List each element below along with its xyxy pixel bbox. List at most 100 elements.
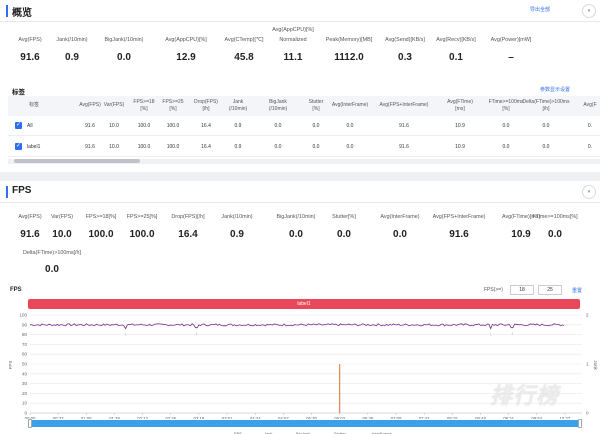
x-tick-label: 09:54 [531, 416, 542, 419]
metric-value: 0.0 [45, 264, 59, 275]
metric-label: Jank(/10min) [221, 214, 253, 220]
overview-section: 概览 导出全部 ▾ Avg(FPS) 91.6 Jank(/10min) 0.9 Big… [0, 0, 600, 172]
table-cell: 0. [587, 123, 593, 129]
y-tick-label: 20 [22, 391, 28, 396]
y-tick-label: 50 [22, 362, 28, 367]
table-cell: 0. [587, 144, 593, 150]
x-tick-label: 04:24 [250, 416, 261, 419]
param-settings-link[interactable]: 参数显示设置 [540, 86, 570, 93]
table-header-cell[interactable]: Avg(InterFrame) [324, 102, 376, 109]
y-tick-label: 100 [19, 313, 27, 318]
range-handle-left[interactable] [28, 419, 32, 428]
y-tick-label: 90 [22, 322, 28, 327]
x-tick-label: 05:30 [306, 416, 317, 419]
header-text: Avg(InterFrame) [331, 102, 369, 108]
metric-label: Peak(Memory)[MB] [325, 37, 373, 43]
metric-value: 0.0 [393, 229, 407, 240]
y-tick-label: 30 [22, 381, 28, 386]
dip-marker: ↓ [511, 331, 513, 336]
metric-label: Avg(InterFrame) [380, 214, 420, 220]
chevron-down-icon[interactable]: ▾ [582, 185, 596, 199]
row-tag-name: label1 [27, 144, 41, 150]
row-divider [8, 135, 600, 136]
header-text: Avg(FTime) [447, 99, 473, 105]
y-tick-label: 80 [22, 332, 28, 337]
table-cell: 0.9 [234, 123, 242, 129]
range-handle-right[interactable] [578, 419, 582, 428]
row-divider [8, 156, 600, 157]
y-tick-label: 60 [22, 352, 28, 357]
fps-threshold-input-2[interactable]: 25 [538, 285, 562, 295]
metric-label: Avg(Recv)[KB/s] [436, 37, 476, 43]
table-cell: 10.9 [455, 123, 465, 129]
x-tick-label: 02:45 [165, 416, 176, 419]
fps-threshold-label: FPS(>=) [484, 287, 503, 293]
table-cell: 91.6 [399, 144, 409, 150]
fps-header: FPS ▾ [0, 181, 600, 203]
table-header-cell[interactable]: Avg(F [564, 102, 600, 109]
table-header-cell[interactable]: Avg(FTime) [ms] [434, 99, 486, 113]
row-checkbox[interactable]: ✓ [15, 122, 22, 129]
reset-button[interactable]: 重置 [572, 287, 582, 294]
y2-axis-label: Jank [593, 360, 598, 370]
table-cell: 0.0 [274, 144, 282, 150]
table-cell: 0.0 [542, 144, 550, 150]
y-tick-label: 10 [22, 401, 28, 406]
table-cell: 91.6 [399, 123, 409, 129]
table-cell: 0.0 [274, 123, 282, 129]
y-tick-label: 40 [22, 371, 28, 376]
x-tick-label: 08:15 [447, 416, 458, 419]
table-cell: 0.9 [234, 144, 242, 150]
dip-marker: ↓ [195, 331, 197, 336]
time-range-slider[interactable] [30, 420, 582, 427]
table-cell: 0.0 [502, 123, 510, 129]
x-tick-label: 09:21 [503, 416, 514, 419]
table-scrollbar-thumb[interactable] [14, 159, 140, 163]
metric-value: 11.1 [283, 52, 303, 63]
header-text: Avg(FPS+InterFrame) [379, 102, 429, 108]
x-tick-label: 03:18 [194, 416, 205, 419]
table-header-cell[interactable]: 标签 [8, 102, 60, 109]
metric-label: Avg(Power)[mW] [490, 37, 532, 43]
fps-series-line [29, 323, 565, 330]
y2-tick-label: 0 [586, 411, 589, 416]
metric-value: 0.0 [548, 229, 562, 240]
metric-value: 1112.0 [334, 52, 364, 63]
x-tick-label: 01:06 [81, 416, 92, 419]
fps-threshold-input-1[interactable]: 18 [510, 285, 534, 295]
x-tick-label: 07:09 [391, 416, 402, 419]
table-header-cell[interactable]: Avg(FPS+InterFrame) [378, 102, 430, 109]
watermark-logo: 排行榜 [490, 383, 560, 408]
x-tick-label: 02:12 [137, 416, 148, 419]
metric-value: 0.1 [449, 52, 463, 63]
fps-title: FPS [12, 185, 32, 196]
metric-label: FTime>=100ms[%] [532, 214, 578, 220]
overview-title: 概览 [12, 8, 32, 19]
metric-label: BigJank(/10min) [104, 37, 144, 43]
dip-marker: ↓ [125, 332, 127, 337]
y-axis-label: FPS [8, 361, 13, 370]
table-cell: 0.0 [542, 123, 550, 129]
metric-value: 12.9 [176, 52, 196, 63]
y2-tick-label: 2 [586, 313, 589, 318]
row-checkbox[interactable]: ✓ [15, 143, 22, 150]
table-cell: 0.0 [502, 144, 510, 150]
label-range-bar[interactable]: label1 [28, 299, 580, 309]
header-text: [ms] [455, 106, 465, 112]
metric-value: 91.6 [449, 229, 469, 240]
dip-marker: ↓ [490, 332, 492, 337]
y2-tick-label: 1 [586, 362, 589, 367]
metric-label: Avg(AppCPU)[%] [272, 27, 314, 33]
metric-label: Avg(FPS+InterFrame) [432, 214, 486, 220]
x-tick-label: 06:36 [362, 416, 373, 419]
tag-table-title: 标签 [12, 89, 25, 96]
chevron-down-icon[interactable]: ▾ [582, 4, 596, 18]
y-tick-label: 0 [24, 411, 27, 416]
table-cell: 10.9 [455, 144, 465, 150]
x-tick-label: 07:42 [419, 416, 430, 419]
x-tick-label: 03:51 [222, 416, 233, 419]
header-text: 标签 [28, 102, 39, 108]
export-all-link[interactable]: 导出全部 [530, 6, 550, 13]
section-accent-bar [6, 186, 8, 198]
x-tick-label: 00:33 [53, 416, 64, 419]
